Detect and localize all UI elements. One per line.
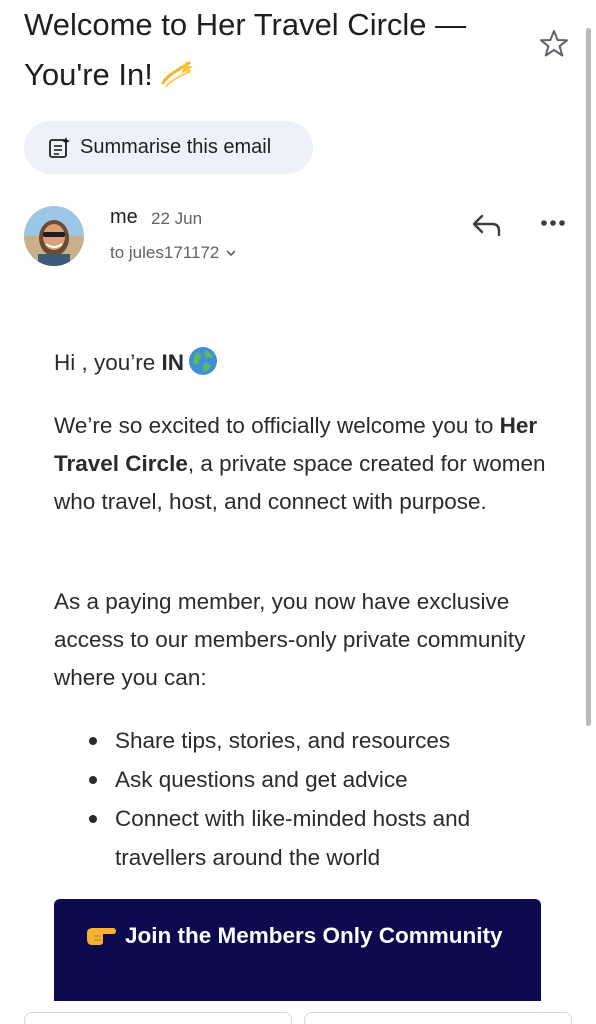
star-button[interactable] bbox=[538, 28, 570, 60]
star-icon bbox=[540, 30, 568, 57]
avatar-photo bbox=[24, 206, 84, 266]
email-subject: Welcome to Her Travel Circle — You're In… bbox=[24, 0, 514, 104]
greeting: Hi , you’re IN bbox=[54, 344, 554, 388]
benefits-list: Share tips, stories, and resources Ask q… bbox=[89, 721, 535, 877]
list-item: Share tips, stories, and resources bbox=[89, 721, 535, 760]
list-item: Ask questions and get advice bbox=[89, 760, 535, 799]
recipient-text: to jules171172 bbox=[110, 243, 220, 262]
list-item: Connect with like-minded hosts and trave… bbox=[89, 799, 535, 877]
globe-icon bbox=[188, 346, 218, 388]
summarise-label: Summarise this email bbox=[80, 136, 272, 158]
summarise-email-button[interactable]: Summarise this email bbox=[24, 121, 313, 174]
welcome-paragraph: We’re so excited to officially welcome y… bbox=[54, 413, 546, 514]
reply-icon bbox=[472, 214, 501, 237]
pointing-hand-icon bbox=[85, 920, 117, 958]
bottom-action-right[interactable] bbox=[304, 1012, 572, 1024]
sender-name: me bbox=[110, 206, 138, 228]
dizzy-icon bbox=[159, 54, 193, 104]
reply-button[interactable] bbox=[470, 208, 504, 242]
summarise-icon bbox=[49, 136, 70, 158]
email-date: 22 Jun bbox=[151, 209, 203, 228]
join-community-button[interactable]: Join the Members Only Community bbox=[54, 899, 541, 1001]
sender-avatar[interactable] bbox=[24, 206, 84, 266]
bottom-action-left[interactable] bbox=[24, 1012, 292, 1024]
more-icon bbox=[541, 220, 565, 226]
chevron-down-icon bbox=[226, 250, 236, 257]
recipient-details-toggle[interactable]: to jules171172 bbox=[110, 243, 237, 263]
subject-text: Welcome to Her Travel Circle — You're In… bbox=[24, 7, 467, 92]
email-view: Welcome to Her Travel Circle — You're In… bbox=[0, 0, 596, 1024]
membership-paragraph: As a paying member, you now have exclusi… bbox=[54, 589, 526, 690]
scrollbar[interactable] bbox=[586, 28, 591, 726]
more-options-button[interactable] bbox=[536, 208, 570, 238]
